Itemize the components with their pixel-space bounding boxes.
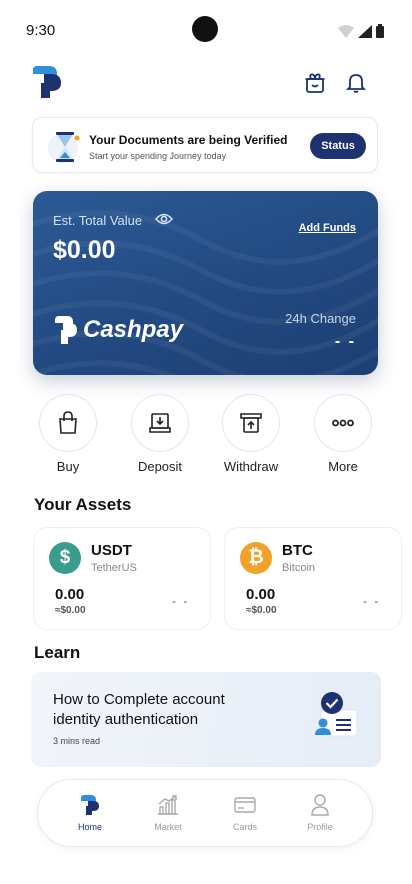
nav-item-home[interactable]: Home — [60, 794, 120, 838]
eye-icon[interactable] — [154, 212, 174, 231]
asset-change: - - — [363, 594, 381, 608]
bottom-navigation: Home Market Cards Profile — [37, 779, 373, 847]
asset-amount: 0.00 — [55, 586, 85, 603]
assets-section-title: Your Assets — [34, 495, 132, 514]
card-icon — [234, 794, 256, 816]
battery-icon — [376, 24, 384, 38]
brand-name: Cashpay — [83, 316, 184, 343]
home-logo-icon — [79, 794, 101, 816]
signal-icon — [358, 25, 372, 38]
change-value: - - — [334, 333, 356, 350]
asset-symbol: BTC — [282, 542, 313, 559]
add-funds-link[interactable]: Add Funds — [299, 222, 356, 234]
more-dots-icon — [332, 419, 354, 427]
asset-amount: 0.00 — [246, 586, 276, 603]
withdraw-icon — [240, 413, 262, 433]
nav-label-cards: Cards — [232, 822, 257, 832]
cashpay-logo-icon — [55, 316, 77, 344]
status-icons — [338, 24, 384, 38]
withdraw-label: Withdraw — [223, 459, 279, 474]
balance-card: Est. Total Value $0.00 Add Funds Cashpay… — [33, 191, 378, 375]
nav-label-profile: Profile — [307, 822, 333, 832]
asset-name: Bitcoin — [282, 562, 316, 574]
change-label: 24h Change — [285, 311, 356, 326]
usdt-coin-icon: $ — [49, 542, 81, 574]
market-chart-icon — [157, 794, 179, 816]
asset-symbol: USDT — [91, 542, 132, 559]
asset-card-btc[interactable]: ₿ BTC Bitcoin 0.00 ≈$0.00 - - — [224, 527, 402, 630]
cashpay-logo-icon — [30, 64, 64, 105]
camera-cutout — [192, 16, 218, 42]
nav-label-home: Home — [77, 822, 102, 832]
notification-bell-icon[interactable] — [343, 70, 369, 96]
status-bar: 9:30 — [0, 0, 412, 60]
app-header — [0, 60, 412, 104]
wifi-icon — [338, 25, 354, 38]
asset-change: - - — [172, 594, 190, 608]
deposit-icon — [149, 413, 171, 433]
learn-card-title: How to Complete account identity authent… — [53, 691, 225, 728]
asset-usd-value: ≈$0.00 — [246, 605, 277, 616]
more-action[interactable]: More — [314, 394, 374, 478]
learn-section-title: Learn — [34, 643, 81, 662]
asset-usd-value: ≈$0.00 — [55, 605, 86, 616]
identity-verification-icon — [309, 692, 359, 745]
nav-label-market: Market — [154, 822, 182, 832]
profile-icon — [309, 794, 331, 816]
gift-box-icon[interactable] — [302, 70, 328, 96]
est-total-value-label: Est. Total Value — [53, 213, 143, 228]
more-button[interactable] — [314, 394, 372, 452]
asset-name: TetherUS — [91, 562, 137, 574]
hourglass-icon — [47, 126, 85, 166]
nav-item-cards[interactable]: Cards — [215, 794, 275, 838]
shopping-bag-icon — [59, 411, 77, 434]
status-time: 9:30 — [26, 22, 56, 39]
more-label: More — [328, 459, 358, 474]
buy-button[interactable] — [39, 394, 97, 452]
buy-action[interactable]: Buy — [39, 394, 99, 478]
asset-card-usdt[interactable]: $ USDT TetherUS 0.00 ≈$0.00 - - — [33, 527, 211, 630]
deposit-action[interactable]: Deposit — [131, 394, 191, 478]
learn-read-time: 3 mins read — [53, 736, 101, 746]
verification-banner: Your Documents are being Verified Start … — [32, 117, 378, 173]
nav-item-profile[interactable]: Profile — [290, 794, 350, 838]
withdraw-button[interactable] — [222, 394, 280, 452]
deposit-button[interactable] — [131, 394, 189, 452]
buy-label: Buy — [56, 459, 80, 474]
verification-title: Your Documents are being Verified — [89, 133, 288, 147]
learn-card[interactable]: How to Complete account identity authent… — [31, 672, 381, 767]
balance-value: $0.00 — [53, 236, 116, 264]
btc-coin-icon: ₿ — [240, 542, 272, 574]
deposit-label: Deposit — [137, 459, 183, 474]
status-button[interactable]: Status — [310, 133, 366, 159]
card-brand: Cashpay — [53, 315, 183, 345]
nav-item-market[interactable]: Market — [138, 794, 198, 838]
withdraw-action[interactable]: Withdraw — [222, 394, 282, 478]
verification-subtitle: Start your spending Journey today — [89, 151, 227, 161]
